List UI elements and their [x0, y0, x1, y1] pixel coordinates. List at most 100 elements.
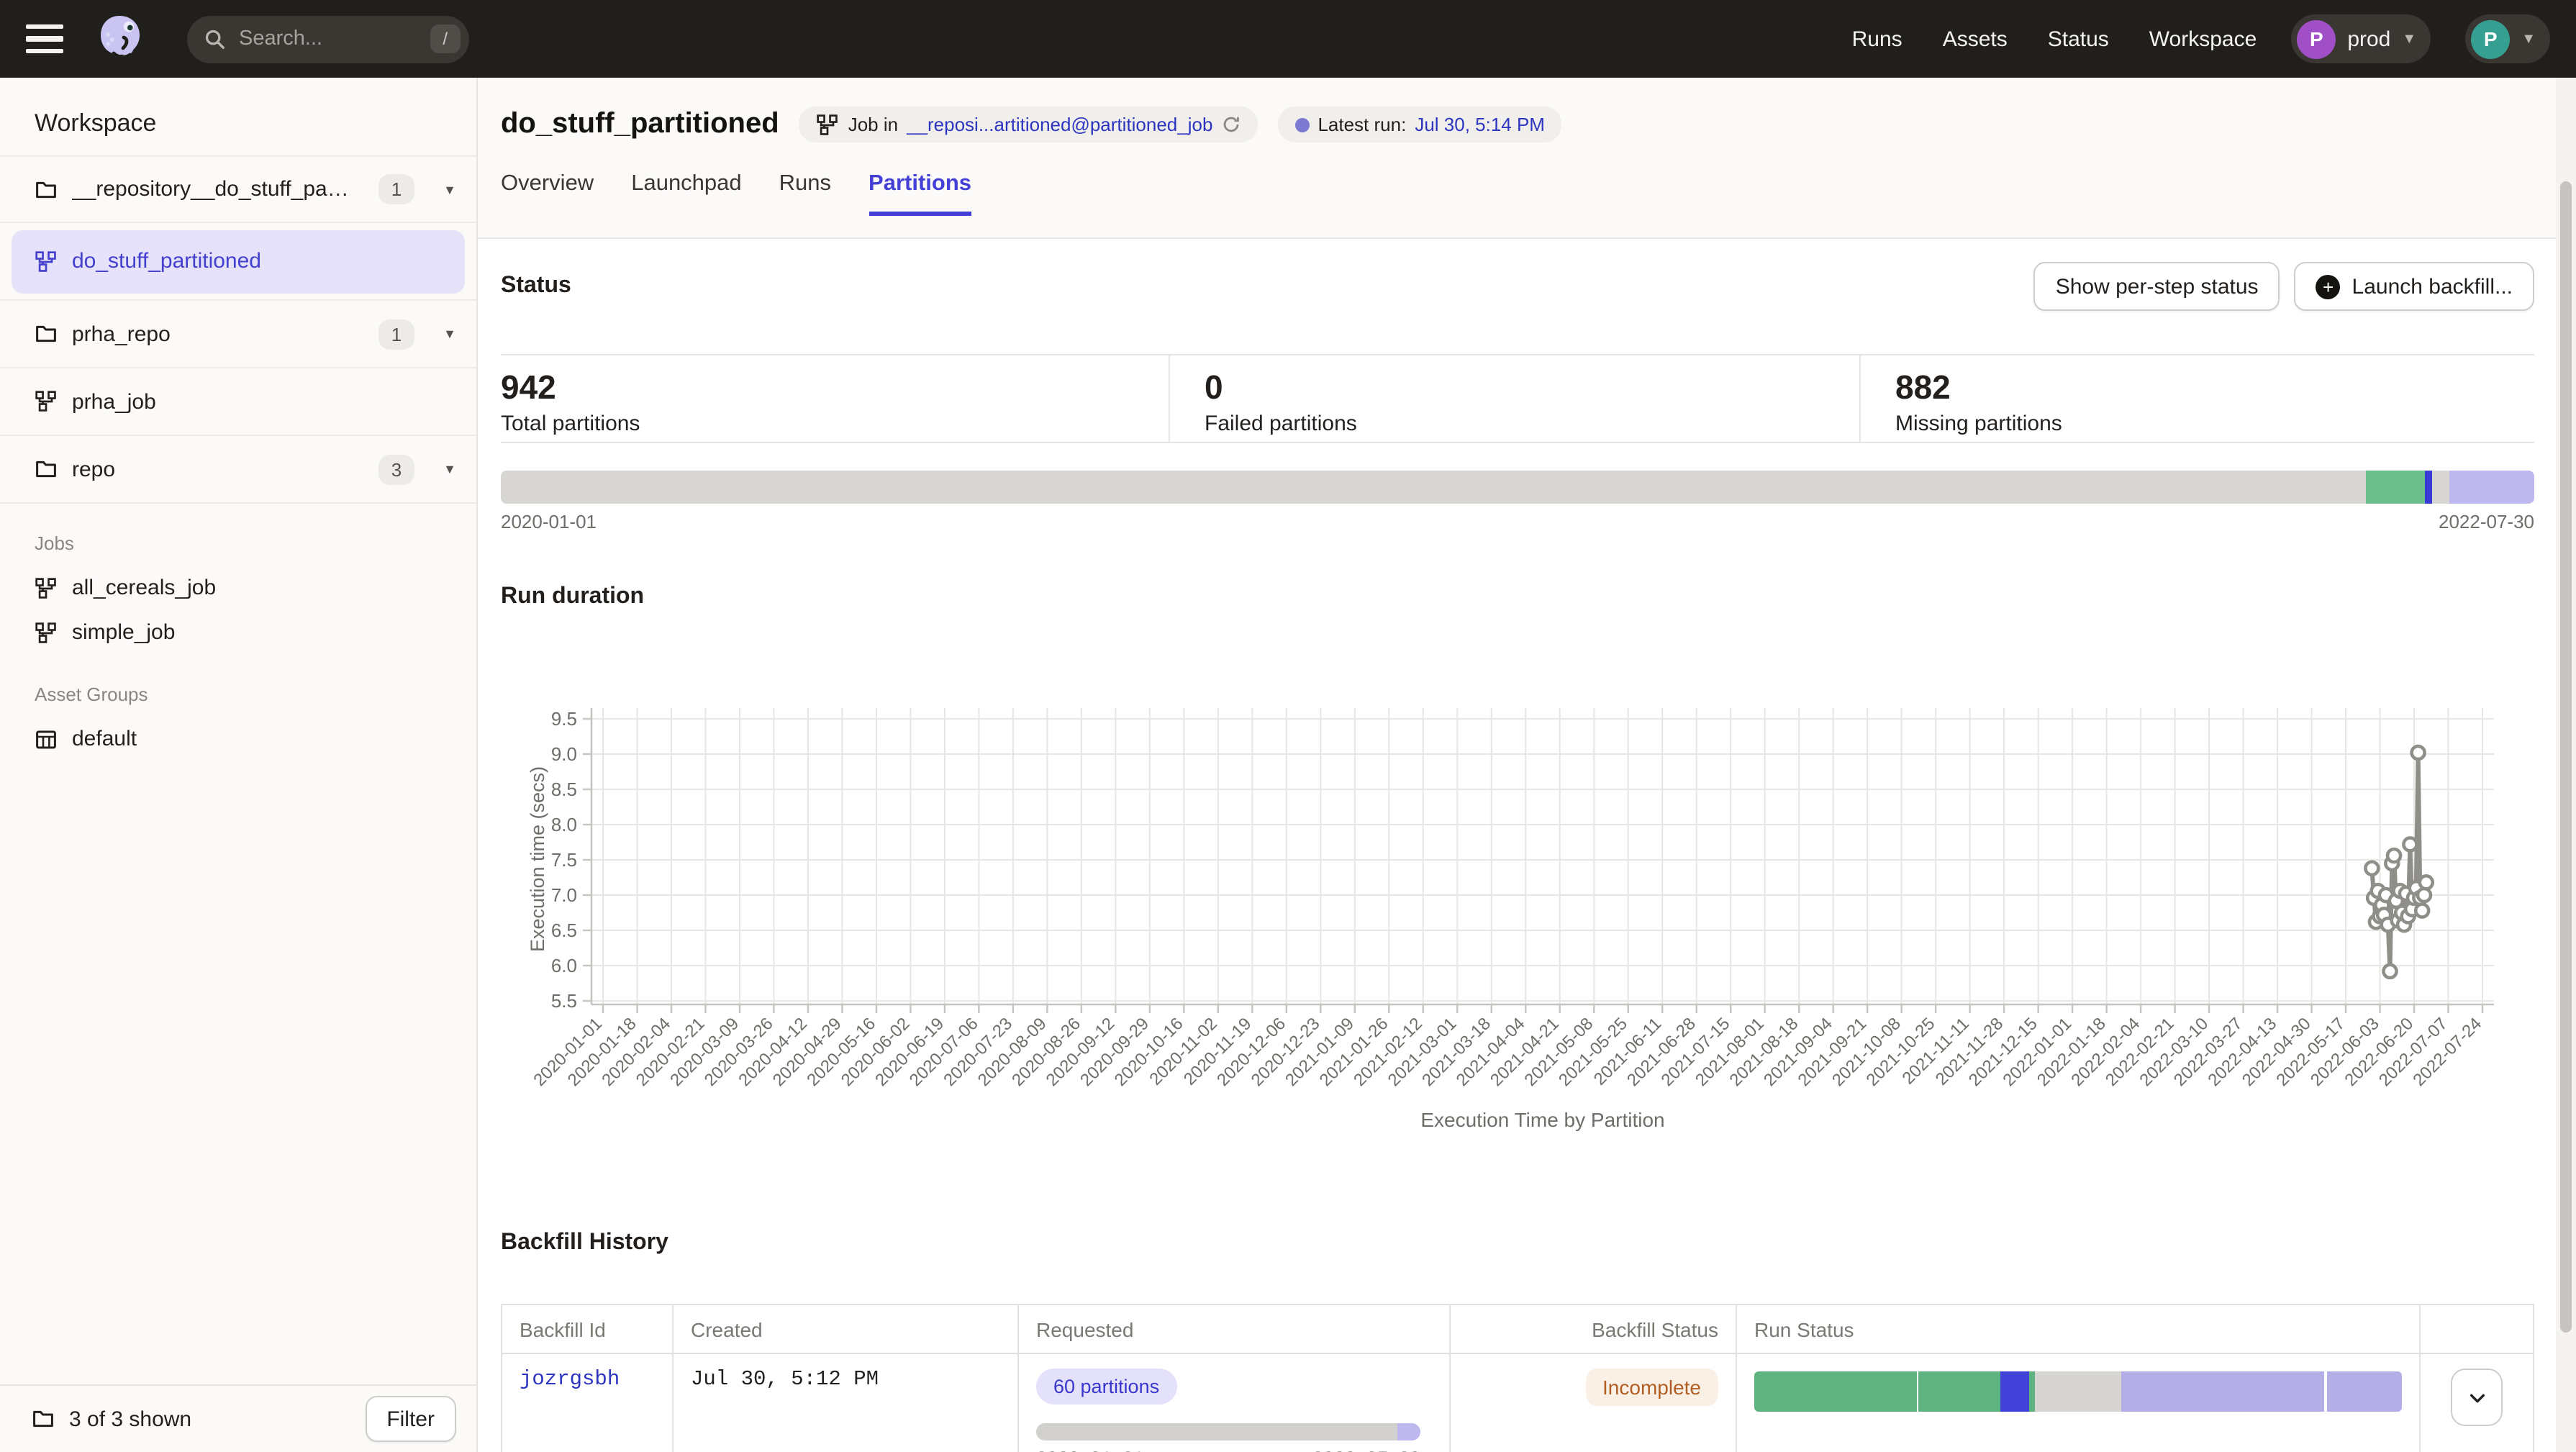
bar-segment — [2450, 471, 2534, 504]
sidebar-item-repo[interactable]: repo 3 ▼ — [0, 436, 476, 504]
search-shortcut-key: / — [430, 24, 461, 53]
top-nav-link-status[interactable]: Status — [2048, 27, 2109, 51]
folder-icon — [35, 322, 58, 345]
top-nav-link-runs[interactable]: Runs — [1852, 27, 1902, 51]
stat-value: 882 — [1895, 368, 2534, 406]
svg-text:Execution time (secs): Execution time (secs) — [527, 766, 548, 952]
menu-icon[interactable] — [26, 24, 63, 53]
tab-overview[interactable]: Overview — [501, 171, 594, 216]
bar-segment — [2035, 1371, 2121, 1412]
column-header-backfill-id: Backfill Id — [502, 1305, 674, 1353]
bar-segment — [1036, 1423, 1397, 1440]
job-tabs: Overview Launchpad Runs Partitions — [501, 171, 2534, 216]
deployment-switcher[interactable]: P prod ▼ — [2291, 14, 2431, 63]
tab-partitions[interactable]: Partitions — [869, 171, 971, 216]
stat-label: Failed partitions — [1205, 412, 1859, 436]
bar-segment — [2121, 1371, 2324, 1412]
svg-text:7.0: 7.0 — [551, 884, 577, 906]
created-cell: Jul 30, 5:12 PM — [674, 1354, 1019, 1452]
asset-group-icon — [35, 727, 58, 750]
repo-count-badge: 1 — [378, 174, 414, 204]
dagster-app: Search... / Runs Assets Status Workspace P … — [0, 0, 2576, 1452]
job-list: all_cereals_job simple_job — [0, 566, 476, 655]
scrollbar-thumb[interactable] — [2560, 181, 2572, 1333]
range-start-label: 2020-01-01 — [501, 511, 597, 532]
sidebar-item-label: do_stuff_partitioned — [72, 249, 261, 273]
launch-backfill-button[interactable]: + Launch backfill... — [2295, 262, 2534, 311]
chevron-down-icon[interactable]: ▼ — [443, 327, 456, 341]
reload-icon[interactable] — [1221, 115, 1240, 134]
expand-row-button[interactable] — [2451, 1369, 2503, 1426]
chevron-down-icon[interactable]: ▼ — [443, 462, 456, 476]
tab-runs[interactable]: Runs — [779, 171, 831, 216]
stat-value: 942 — [501, 368, 1169, 406]
latest-run-badge: Latest run: Jul 30, 5:14 PM — [1277, 106, 1562, 142]
sidebar-asset-group-default[interactable]: default — [0, 717, 476, 761]
sidebar-job-label: simple_job — [72, 620, 175, 645]
partition-range-bar[interactable] — [501, 471, 2534, 504]
backfill-table-header: Backfill IdCreatedRequestedBackfill Stat… — [502, 1305, 2533, 1354]
job-origin-link[interactable]: __reposi...artitioned@partitioned_job — [907, 114, 1212, 135]
backfill-id-link[interactable]: jozrgsbh — [520, 1369, 620, 1392]
top-nav-link-workspace[interactable]: Workspace — [2149, 27, 2257, 51]
sidebar-item-prha-repo[interactable]: prha_repo1▼ — [0, 301, 476, 368]
chevron-down-icon: ▼ — [2402, 31, 2416, 47]
backfill-id-cell: jozrgsbh — [502, 1354, 674, 1452]
svg-text:8.5: 8.5 — [551, 779, 577, 800]
user-menu[interactable]: P ▼ — [2465, 14, 2550, 63]
sidebar-title: Workspace — [0, 78, 476, 155]
show-per-step-status-button[interactable]: Show per-step status — [2034, 262, 2280, 311]
chevron-down-icon[interactable]: ▼ — [443, 182, 456, 196]
top-nav-bar: Search... / Runs Assets Status Workspace P … — [0, 0, 2576, 78]
job-icon — [35, 576, 58, 599]
column-header-run-status: Run Status — [1737, 1305, 2421, 1353]
svg-text:5.5: 5.5 — [551, 990, 577, 1012]
bar-segment — [2327, 1371, 2402, 1412]
page-title: do_stuff_partitioned — [501, 108, 779, 141]
bar-segment — [2365, 471, 2425, 504]
search-input[interactable]: Search... / — [187, 15, 469, 63]
row-actions-cell — [2421, 1354, 2533, 1452]
repo-count-badge: 3 — [378, 454, 414, 484]
sidebar-item-label: repo — [72, 457, 115, 481]
column-header-actions — [2421, 1305, 2533, 1353]
tab-launchpad[interactable]: Launchpad — [631, 171, 741, 216]
job-icon — [35, 621, 58, 644]
backfill-history-heading: Backfill History — [501, 1230, 2534, 1256]
requested-range-end: 2022-07-30 — [1312, 1449, 1420, 1452]
partitions-panel: Status Show per-step status + Launch bac… — [478, 239, 2576, 1452]
job-icon — [35, 250, 58, 273]
plus-circle-icon: + — [2316, 274, 2341, 299]
run-duration-chart: 9.59.08.58.07.57.06.56.05.52020-01-01202… — [501, 612, 2534, 1156]
run-status-cell — [1737, 1354, 2421, 1452]
sidebar-item-do-stuff-partitioned[interactable]: do_stuff_partitioned — [0, 223, 476, 301]
launch-backfill-label: Launch backfill... — [2352, 274, 2513, 299]
column-header-requested: Requested — [1019, 1305, 1451, 1353]
svg-text:9.0: 9.0 — [551, 743, 577, 765]
sidebar-job-simple_job[interactable]: simple_job — [0, 610, 476, 655]
stat-label: Total partitions — [501, 412, 1169, 436]
top-nav-link-assets[interactable]: Assets — [1943, 27, 2008, 51]
jobs-section-label: Jobs — [0, 504, 476, 566]
svg-text:7.5: 7.5 — [551, 849, 577, 871]
svg-text:6.0: 6.0 — [551, 955, 577, 976]
sidebar-item-prha-job[interactable]: prha_job — [0, 368, 476, 436]
svg-text:Execution Time by Partition: Execution Time by Partition — [1420, 1109, 1664, 1131]
run-status-bar[interactable] — [1754, 1371, 2402, 1412]
bar-segment — [1397, 1423, 1420, 1440]
asset-groups-section-label: Asset Groups — [0, 655, 476, 717]
requested-partitions-badge[interactable]: 60 partitions — [1036, 1369, 1176, 1405]
svg-text:8.0: 8.0 — [551, 814, 577, 835]
stat-total-partitions: 942 Total partitions — [501, 355, 1169, 442]
sidebar-footer: 3 of 3 shown Filter — [0, 1384, 476, 1452]
sidebar-item-label: prha_job — [72, 389, 156, 414]
backfill-table-row: jozrgsbhJul 30, 5:12 PM60 partitions2020… — [502, 1354, 2533, 1452]
sidebar-job-all_cereals_job[interactable]: all_cereals_job — [0, 566, 476, 610]
latest-run-link[interactable]: Jul 30, 5:14 PM — [1415, 114, 1545, 135]
bar-segment — [2029, 1371, 2034, 1412]
filter-button[interactable]: Filter — [365, 1396, 456, 1442]
sidebar-item--repository-do-stuff-partitio-[interactable]: __repository__do_stuff_partitio...1▼ — [0, 155, 476, 223]
search-icon — [204, 28, 226, 50]
dagster-logo-icon[interactable] — [92, 12, 147, 66]
repos-shown-count: 3 of 3 shown — [69, 1407, 191, 1431]
